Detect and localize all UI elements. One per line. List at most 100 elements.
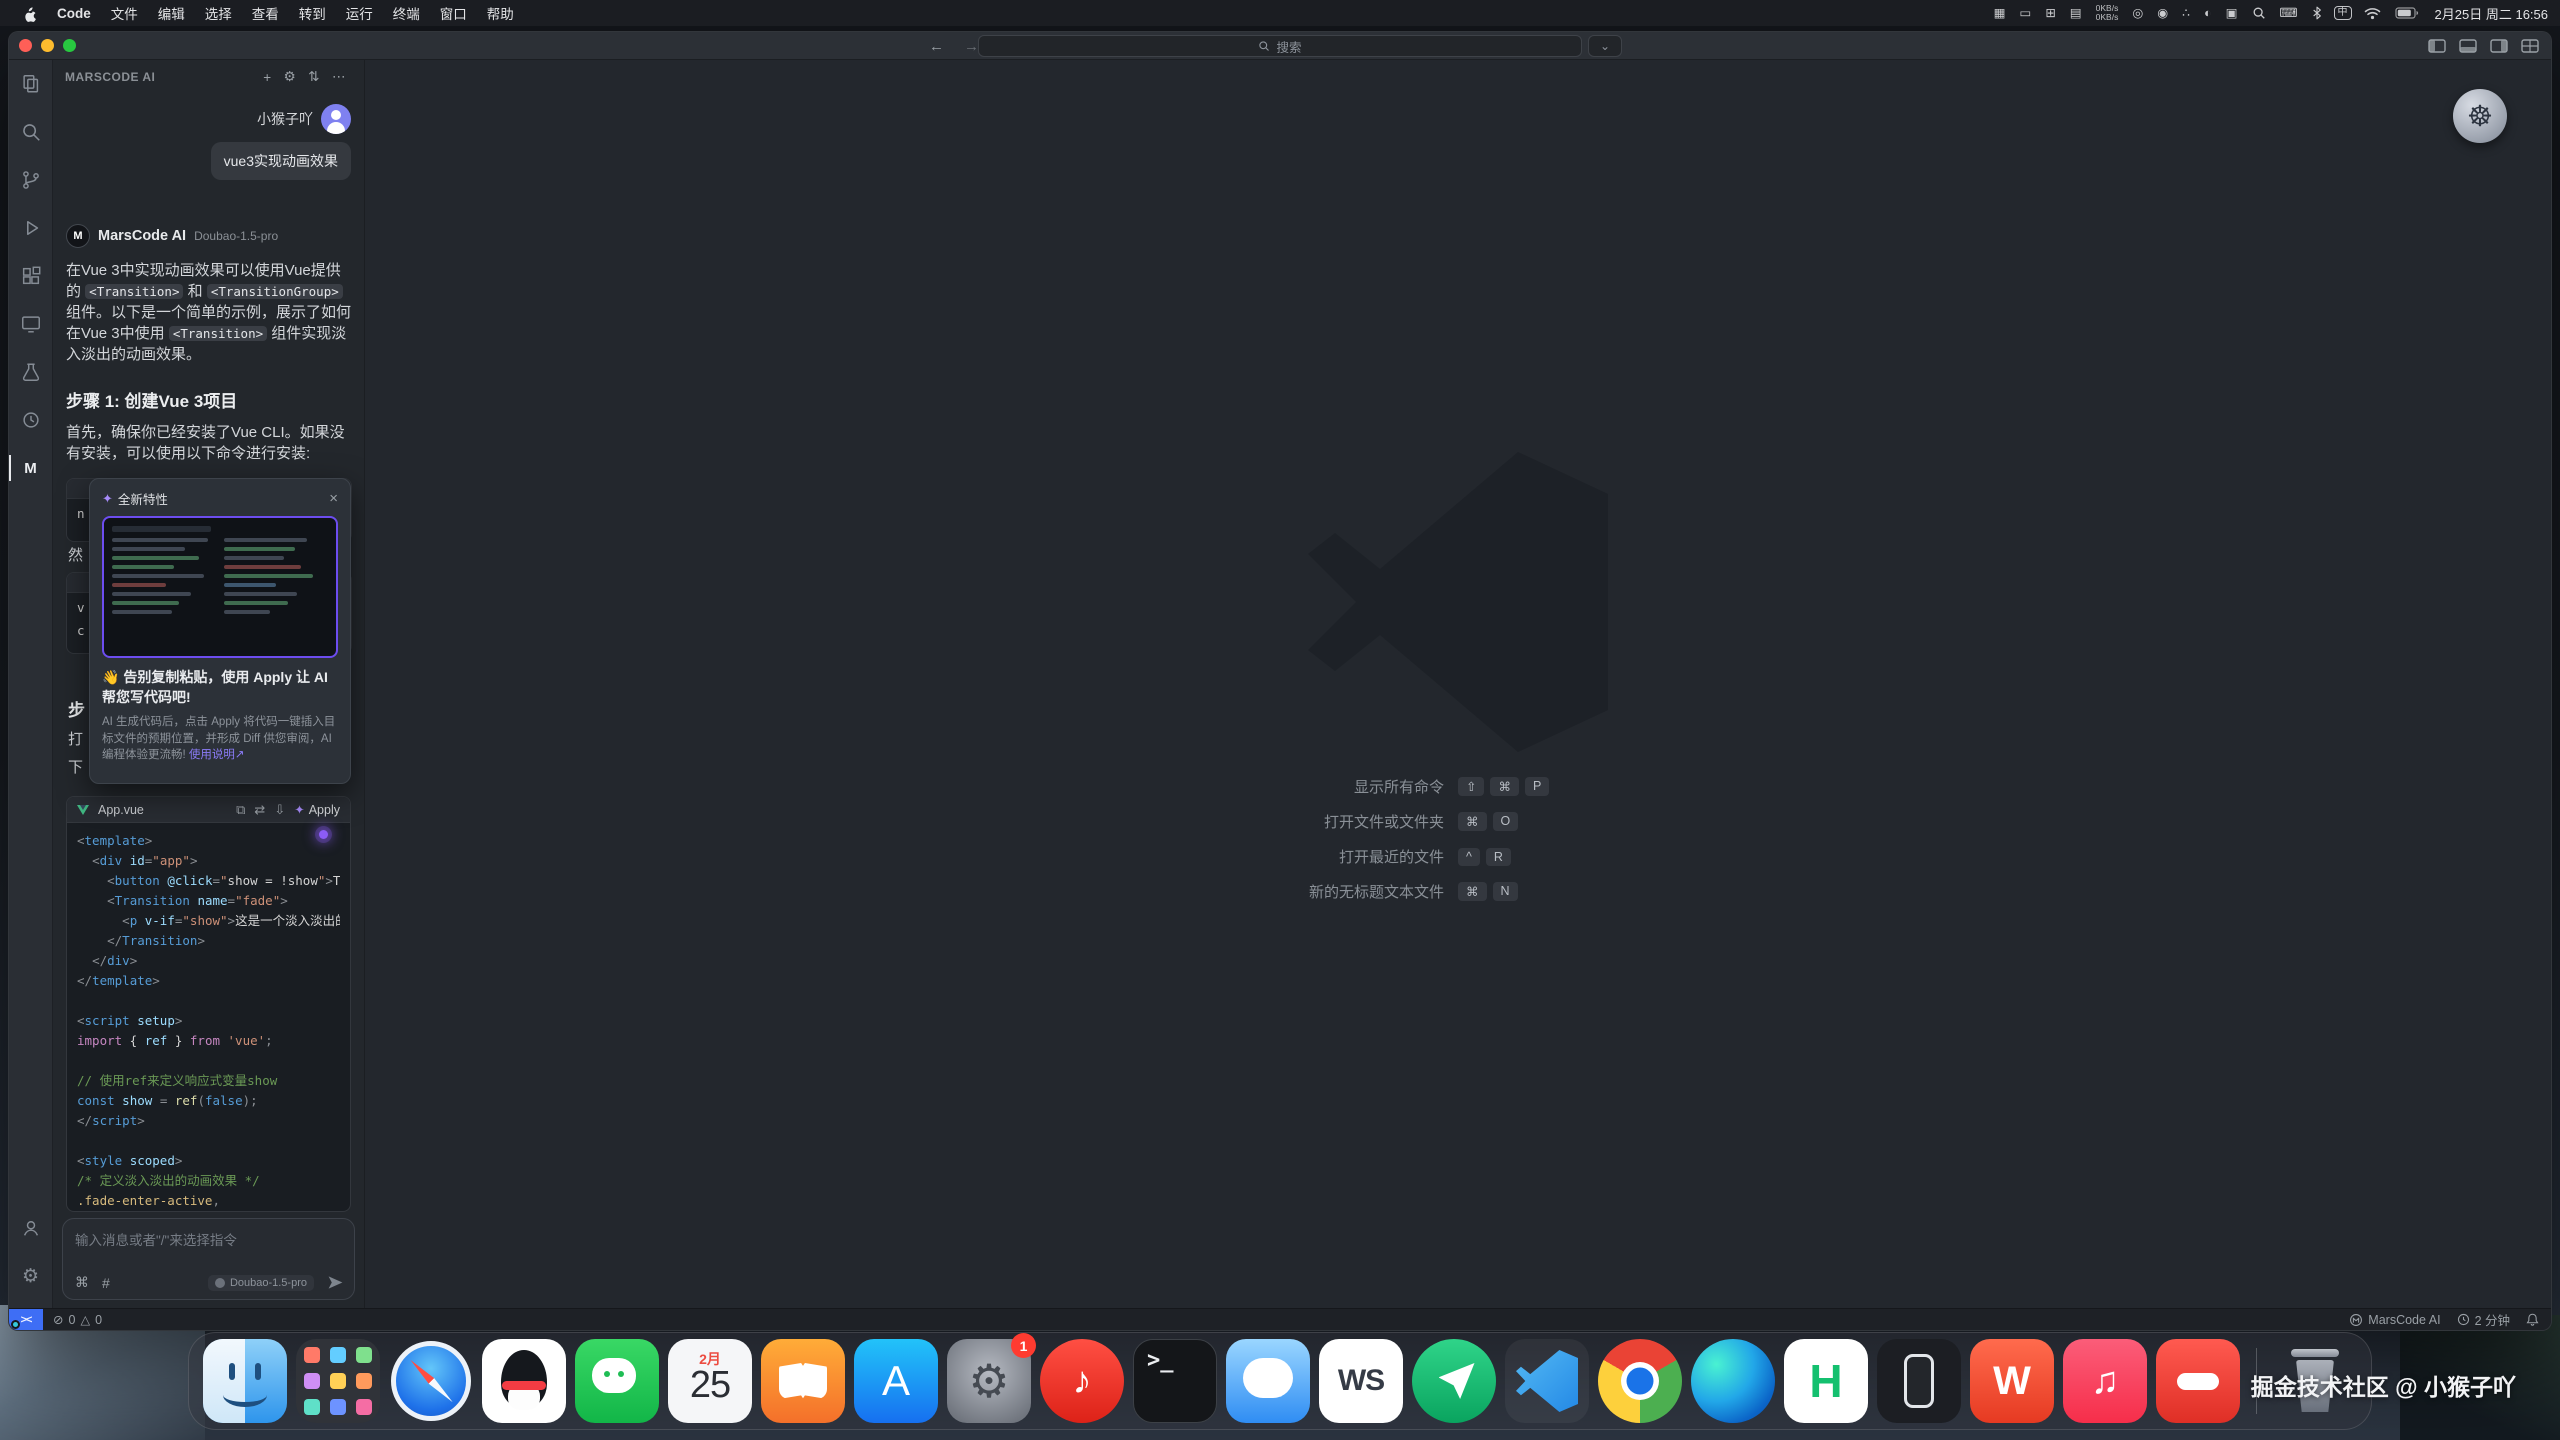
editor-area: 显示所有命令⇧⌘P打开文件或文件夹⌘O打开最近的文件^R新的无标题文本文件⌘N: [365, 60, 2551, 1308]
model-selector-badge[interactable]: Doubao-1.5-pro: [208, 1275, 314, 1291]
notifications-bell-icon[interactable]: [2526, 1312, 2539, 1327]
menubar-menu-帮助[interactable]: 帮助: [477, 3, 524, 23]
apple-menu-icon[interactable]: [12, 5, 47, 22]
statusbar-marscode[interactable]: MarsCode AI: [2349, 1313, 2440, 1327]
command-center-search[interactable]: 搜索: [978, 35, 1582, 57]
chat-input-box[interactable]: 输入消息或者"/"来选择指令 ⌘ # Doubao-1.5-pro: [62, 1218, 355, 1300]
dock-icon-ws-docs[interactable]: WS: [1319, 1339, 1403, 1423]
dock-icon-terminal[interactable]: >_: [1133, 1339, 1217, 1423]
back-icon[interactable]: ←: [929, 38, 944, 55]
battery-icon[interactable]: [2388, 7, 2426, 19]
problems-indicator[interactable]: ⊘ 0 △ 0: [43, 1312, 102, 1327]
dock-icon-qq[interactable]: [482, 1339, 566, 1423]
dock-icon-send-app[interactable]: [1412, 1339, 1496, 1423]
remote-explorer-icon[interactable]: [9, 302, 53, 346]
fan-icon[interactable]: ◎: [2125, 7, 2150, 20]
customize-layout-icon[interactable]: [2521, 39, 2539, 53]
new-chat-icon[interactable]: +: [257, 70, 277, 85]
grid-icon[interactable]: ▦: [1987, 7, 2013, 20]
dock-icon-launchpad[interactable]: [296, 1339, 380, 1423]
menubar-menu-选择[interactable]: 选择: [195, 3, 242, 23]
dock-icon-iphone-mirroring[interactable]: [1877, 1339, 1961, 1423]
statusbar-timer[interactable]: 2 分钟: [2457, 1310, 2510, 1329]
dock-icon-chrome[interactable]: [1598, 1339, 1682, 1423]
source-control-icon[interactable]: [9, 158, 53, 202]
test-beaker-icon[interactable]: [9, 350, 53, 394]
menubar-menu-终端[interactable]: 终端: [383, 3, 430, 23]
history-icon[interactable]: ⇅: [302, 69, 326, 85]
paw-icon[interactable]: ∴: [2175, 7, 2197, 20]
spotlight-icon[interactable]: [2245, 6, 2273, 20]
dock-icon-finder[interactable]: [203, 1339, 287, 1423]
menubar-datetime[interactable]: 2月25日 周二 16:56: [2426, 4, 2548, 23]
feature-preview-thumbnail[interactable]: [102, 516, 338, 658]
send-icon[interactable]: [327, 1274, 344, 1291]
menubar-app-name[interactable]: Code: [47, 6, 101, 21]
close-icon[interactable]: ×: [329, 491, 338, 506]
night-shift-icon[interactable]: ◐: [2197, 7, 2219, 20]
search-options-button[interactable]: ⌄: [1588, 35, 1622, 57]
minimize-window-button[interactable]: [41, 39, 54, 52]
net-speed-indicator[interactable]: 0KB/s0KB/s: [2089, 4, 2126, 22]
dock-icon-wps[interactable]: W: [1970, 1339, 2054, 1423]
copy-code-icon[interactable]: ⧉: [236, 802, 245, 818]
keyboard-icon[interactable]: ⌨: [2273, 7, 2305, 20]
explorer-icon[interactable]: [9, 62, 53, 106]
usage-guide-link[interactable]: 使用说明↗: [189, 749, 245, 761]
toggle-secondary-sidebar-icon[interactable]: [2490, 39, 2508, 53]
more-icon[interactable]: ⋯: [326, 69, 352, 85]
remote-indicator[interactable]: ><: [9, 1309, 43, 1330]
bluetooth-icon[interactable]: [2305, 6, 2329, 20]
menubar-menu-文件[interactable]: 文件: [101, 3, 148, 23]
marscode-icon[interactable]: M: [9, 446, 53, 490]
search-icon[interactable]: [9, 110, 53, 154]
dock-icon-red-note-app[interactable]: [2156, 1339, 2240, 1423]
dock-icon-safari[interactable]: [389, 1339, 473, 1423]
command-icon[interactable]: ⌘: [75, 1274, 89, 1291]
settings-gear-icon[interactable]: ⚙: [9, 1254, 53, 1298]
dock-icon-vscode[interactable]: [1505, 1339, 1589, 1423]
floating-widget-button[interactable]: ☸: [2453, 89, 2507, 143]
insert-code-icon[interactable]: ⇩: [274, 802, 285, 818]
wifi-icon[interactable]: [2357, 7, 2388, 20]
panel-settings-icon[interactable]: ⚙: [278, 69, 303, 85]
timeline-icon[interactable]: [9, 398, 53, 442]
window-layout-icon[interactable]: ▤: [2063, 7, 2089, 20]
menubar-menu-运行[interactable]: 运行: [336, 3, 383, 23]
menubar-menu-转到[interactable]: 转到: [289, 3, 336, 23]
dock-icon-appstore[interactable]: A: [854, 1339, 938, 1423]
apply-button[interactable]: ✦Apply: [294, 802, 340, 817]
menubar-menu-查看[interactable]: 查看: [242, 3, 289, 23]
forward-icon[interactable]: →: [964, 38, 979, 55]
account-icon[interactable]: [9, 1206, 53, 1250]
dock-icon-chat-app[interactable]: [1226, 1339, 1310, 1423]
extensions-icon[interactable]: [9, 254, 53, 298]
close-window-button[interactable]: [19, 39, 32, 52]
dock-icon-settings[interactable]: ⚙1: [947, 1339, 1031, 1423]
dock-icon-wechat[interactable]: [575, 1339, 659, 1423]
input-source-icon[interactable]: 中: [2334, 6, 2352, 20]
hash-context-icon[interactable]: #: [102, 1275, 110, 1291]
dock-icon-apple-music[interactable]: ♫: [2063, 1339, 2147, 1423]
dock-icon-edge[interactable]: [1691, 1339, 1775, 1423]
user-message-bubble: vue3实现动画效果: [211, 142, 351, 180]
stage-manager-icon[interactable]: ⊞: [2038, 7, 2062, 20]
run-debug-icon[interactable]: [9, 206, 53, 250]
dock-icon-netease-music[interactable]: ♪: [1040, 1339, 1124, 1423]
menubar-menu-编辑[interactable]: 编辑: [148, 3, 195, 23]
chevron-down-icon: ⌄: [1600, 39, 1610, 53]
menubar-menu-窗口[interactable]: 窗口: [430, 3, 477, 23]
user-status-icon[interactable]: ◉: [2150, 7, 2175, 20]
dock-icon-books[interactable]: [761, 1339, 845, 1423]
diff-code-icon[interactable]: ⇄: [254, 802, 265, 818]
marscode-panel: MARSCODE AI + ⚙ ⇅ ⋯ 小猴子吖 vue3实现动画效果 M Ma…: [53, 60, 365, 1308]
dock-icon-hbuilderx[interactable]: H: [1784, 1339, 1868, 1423]
onboarding-beacon[interactable]: [319, 830, 328, 839]
chat-scroll-area[interactable]: 小猴子吖 vue3实现动画效果 M MarsCode AI Doubao-1.5…: [53, 94, 364, 1212]
external-display-icon[interactable]: ▣: [2219, 7, 2245, 20]
display-mirror-icon[interactable]: ▭: [2013, 7, 2039, 20]
toggle-sidebar-icon[interactable]: [2428, 39, 2446, 53]
dock-icon-calendar[interactable]: 2月25: [668, 1339, 752, 1423]
toggle-panel-icon[interactable]: [2459, 39, 2477, 53]
zoom-window-button[interactable]: [63, 39, 76, 52]
